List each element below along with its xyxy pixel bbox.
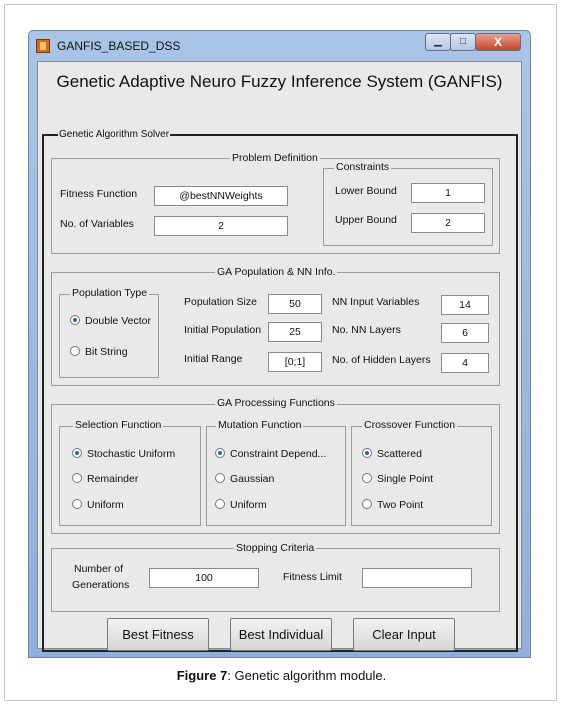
lower-bound-field[interactable]: 1 (411, 183, 485, 203)
upper-bound-label: Upper Bound (335, 214, 397, 226)
radio-unselected-icon (362, 473, 372, 483)
radio-label: Uniform (230, 499, 267, 511)
radio-label: Double Vector (85, 315, 151, 327)
crossover-single-point-radio[interactable]: Single Point (362, 473, 433, 485)
radio-label: Remainder (87, 473, 139, 485)
hidden-layers-label: No. of Hidden Layers (332, 354, 431, 366)
population-size-field[interactable]: 50 (268, 294, 322, 314)
radio-label: Gaussian (230, 473, 275, 485)
generations-field[interactable]: 100 (149, 568, 259, 588)
radio-label: Scattered (377, 448, 422, 460)
radio-unselected-icon (70, 346, 80, 356)
radio-unselected-icon (72, 473, 82, 483)
selection-stochastic-uniform-radio[interactable]: Stochastic Uniform (72, 448, 175, 460)
title-bar[interactable]: GANFIS_BASED_DSS ▁ □ X (29, 31, 530, 61)
best-fitness-button[interactable]: Best Fitness (107, 618, 209, 651)
crossover-two-point-radio[interactable]: Two Point (362, 499, 423, 511)
constraints-panel (323, 168, 493, 246)
figure-caption-text: : Genetic algorithm module. (227, 668, 387, 683)
best-individual-button[interactable]: Best Individual (230, 618, 332, 651)
problem-definition-legend: Problem Definition (230, 152, 320, 164)
window-title: GANFIS_BASED_DSS (57, 39, 181, 53)
figure-caption-label: Figure 7 (176, 668, 228, 683)
window-client-area: Genetic Adaptive Neuro Fuzzy Inference S… (37, 61, 522, 652)
radio-unselected-icon (72, 499, 82, 509)
population-type-double-vector-radio[interactable]: Double Vector (70, 315, 151, 327)
nn-layers-label: No. NN Layers (332, 324, 401, 336)
mutation-gaussian-radio[interactable]: Gaussian (215, 473, 274, 485)
initial-population-label: Initial Population (184, 324, 262, 336)
radio-label: Stochastic Uniform (87, 448, 176, 460)
nn-input-variables-label: NN Input Variables (332, 296, 420, 308)
processing-functions-legend: GA Processing Functions (215, 397, 337, 409)
fitness-function-field[interactable]: @bestNNWeights (154, 186, 288, 206)
mutation-uniform-radio[interactable]: Uniform (215, 499, 267, 511)
initial-range-label: Initial Range (184, 353, 243, 365)
initial-population-field[interactable]: 25 (268, 322, 322, 342)
population-type-legend: Population Type (70, 287, 150, 299)
clear-input-button[interactable]: Clear Input (353, 618, 455, 651)
app-title: Genetic Adaptive Neuro Fuzzy Inference S… (56, 72, 503, 91)
initial-range-field[interactable]: [0;1] (268, 352, 322, 372)
fitness-limit-field[interactable] (362, 568, 472, 588)
population-nn-legend: GA Population & NN Info. (215, 266, 338, 278)
nn-layers-field[interactable]: 6 (441, 323, 489, 343)
radio-selected-icon (72, 448, 82, 458)
selection-uniform-radio[interactable]: Uniform (72, 499, 124, 511)
generations-label-line2: Generations (72, 579, 130, 591)
radio-unselected-icon (215, 473, 225, 483)
constraints-legend: Constraints (334, 161, 392, 173)
population-size-label: Population Size (184, 296, 257, 308)
radio-label: Constraint Depend... (230, 448, 327, 460)
selection-function-legend: Selection Function (73, 419, 164, 431)
ga-solver-legend: Genetic Algorithm Solver (58, 129, 171, 140)
maximize-button[interactable]: □ (450, 33, 476, 51)
population-type-panel (59, 294, 159, 378)
lower-bound-label: Lower Bound (335, 185, 397, 197)
mutation-constraint-dependent-radio[interactable]: Constraint Depend... (215, 448, 326, 460)
num-variables-label: No. of Variables (60, 218, 134, 230)
radio-unselected-icon (362, 499, 372, 509)
radio-selected-icon (70, 315, 80, 325)
radio-unselected-icon (215, 499, 225, 509)
radio-label: Two Point (377, 499, 424, 511)
close-button[interactable]: X (475, 33, 521, 51)
radio-selected-icon (215, 448, 225, 458)
hidden-layers-field[interactable]: 4 (441, 353, 489, 373)
radio-label: Bit String (85, 346, 128, 358)
minimize-button[interactable]: ▁ (425, 33, 451, 51)
radio-selected-icon (362, 448, 372, 458)
mutation-function-legend: Mutation Function (216, 419, 304, 431)
population-type-bit-string-radio[interactable]: Bit String (70, 346, 128, 358)
stopping-criteria-legend: Stopping Criteria (234, 542, 317, 554)
num-variables-field[interactable]: 2 (154, 216, 288, 236)
figure-caption: Figure 7: Genetic algorithm module. (0, 668, 563, 683)
upper-bound-field[interactable]: 2 (411, 213, 485, 233)
crossover-scattered-radio[interactable]: Scattered (362, 448, 422, 460)
generations-label-line1: Number of (74, 563, 124, 575)
radio-label: Single Point (377, 473, 434, 485)
selection-remainder-radio[interactable]: Remainder (72, 473, 138, 485)
radio-label: Uniform (87, 499, 124, 511)
fitness-limit-label: Fitness Limit (283, 571, 342, 583)
nn-input-variables-field[interactable]: 14 (441, 295, 489, 315)
app-window: GANFIS_BASED_DSS ▁ □ X Genetic Adaptive … (28, 30, 531, 658)
fitness-function-label: Fitness Function (60, 188, 138, 200)
crossover-function-legend: Crossover Function (362, 419, 458, 431)
matlab-app-icon (36, 39, 50, 53)
